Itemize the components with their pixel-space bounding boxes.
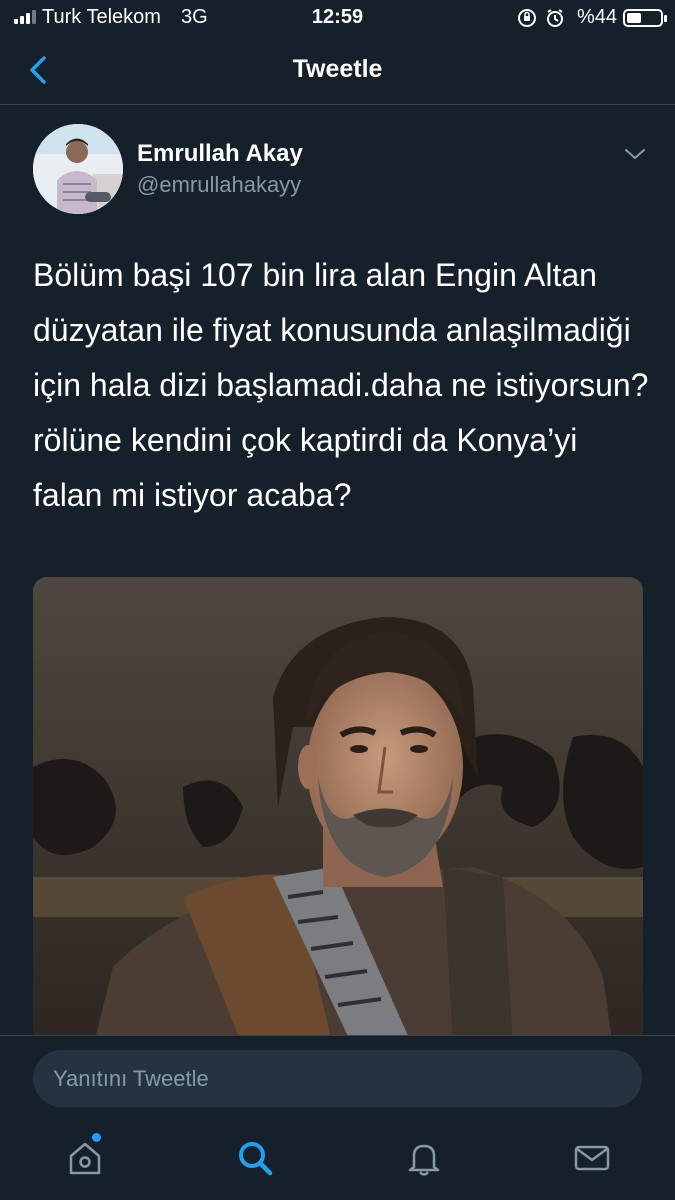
battery-icon — [623, 9, 667, 27]
home-icon — [69, 1142, 101, 1175]
tab-notifications[interactable] — [402, 1136, 446, 1180]
avatar[interactable] — [33, 124, 123, 214]
mail-icon — [574, 1145, 610, 1171]
tab-search[interactable] — [233, 1136, 277, 1180]
nav-header: Tweetle — [0, 36, 675, 105]
tab-bar — [0, 1120, 675, 1200]
tab-messages[interactable] — [570, 1136, 614, 1180]
chevron-down-icon — [625, 149, 645, 159]
tweet-text: Bölüm başi 107 bin lira alan Engin Altan… — [33, 257, 649, 513]
clock: 12:59 — [311, 6, 364, 28]
tab-home[interactable] — [63, 1136, 107, 1180]
photo-illustration — [33, 577, 643, 1047]
orientation-lock-icon — [518, 9, 536, 27]
status-bar: Turk Telekom 3G 12:59 %44 — [0, 0, 675, 36]
avatar-photo — [33, 124, 123, 214]
alarm-icon — [547, 9, 563, 27]
author-name[interactable]: Emrullah Akay — [137, 140, 303, 168]
bell-icon — [408, 1144, 440, 1176]
author-handle[interactable]: @emrullahakayy — [137, 172, 301, 198]
reply-bar — [0, 1035, 675, 1121]
battery-fill — [627, 13, 641, 23]
search-icon — [239, 1142, 273, 1176]
tweet-options-button[interactable] — [618, 140, 652, 170]
status-icons — [517, 8, 565, 28]
new-content-dot — [92, 1133, 101, 1142]
battery-percent: %44 — [576, 6, 617, 28]
reply-input[interactable] — [33, 1050, 642, 1107]
tweet-image[interactable] — [33, 577, 643, 1047]
page-title: Tweetle — [292, 55, 383, 83]
